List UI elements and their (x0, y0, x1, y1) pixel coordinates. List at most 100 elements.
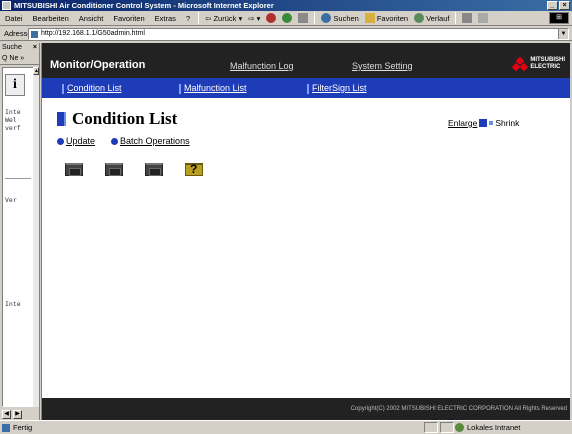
address-bar: Adresse http://192.168.1.1/G50admin.html… (0, 27, 572, 41)
menu-edit[interactable]: Bearbeiten (28, 14, 74, 23)
page-footer: Copyright(C) 2002 MITSUBISHI ELECTRIC CO… (42, 398, 572, 420)
toolbar-divider (455, 12, 457, 24)
sidebar-divider (5, 178, 31, 179)
status-panel (440, 422, 454, 433)
status-bar: Fertig Lokales Intranet (0, 420, 572, 434)
home-button[interactable] (295, 13, 311, 23)
home-icon (298, 13, 309, 23)
mail-icon (462, 13, 473, 23)
status-panel (424, 422, 438, 433)
info-icon: i (5, 74, 25, 96)
unknown-status-glyph: ? (190, 162, 198, 176)
refresh-icon (282, 13, 293, 23)
app-header: Monitor/Operation Malfunction Log System… (42, 43, 572, 78)
sidebar-text: Inte Wel verf (5, 108, 21, 132)
sidebar-new-search-button[interactable]: Q Ne » (0, 53, 39, 65)
refresh-button[interactable] (279, 13, 295, 23)
scroll-up-icon[interactable]: ▲ (33, 67, 39, 75)
nav-system-setting[interactable]: System Setting (352, 61, 413, 71)
sidebar-text: Inte (5, 300, 21, 308)
windows-logo-icon: ⊞ (549, 12, 569, 24)
menu-favorites[interactable]: Favoriten (108, 14, 149, 23)
menu-tools[interactable]: Extras (150, 14, 181, 23)
address-input[interactable]: http://192.168.1.1/G50admin.html ▼ (28, 28, 569, 40)
print-icon (478, 13, 489, 23)
subnav-malfunction-list[interactable]: Malfunction List (179, 83, 247, 94)
favorites-icon (364, 13, 375, 23)
window-controls: _ × (547, 1, 570, 10)
menu-bar: Datei Bearbeiten Ansicht Favoriten Extra… (0, 11, 572, 26)
sidebar-text: Ver (5, 196, 17, 204)
mitsubishi-logo: MITSUBISHI ELECTRIC (512, 56, 565, 71)
action-links: Update Batch Operations (57, 136, 190, 146)
copyright-text: Copyright(C) 2002 MITSUBISHI ELECTRIC CO… (350, 406, 567, 412)
status-left: Fertig (2, 423, 32, 432)
web-content: Monitor/Operation Malfunction Log System… (41, 43, 572, 420)
mail-button[interactable] (459, 13, 475, 23)
toolbar-divider (314, 12, 316, 24)
favorites-button-label: Favoriten (376, 13, 409, 23)
batch-operations-link[interactable]: Batch Operations (111, 136, 190, 146)
ac-unit-unknown-icon[interactable]: ? (184, 161, 204, 179)
ac-unit-icon[interactable] (104, 161, 124, 179)
address-url: http://192.168.1.1/G50admin.html (41, 30, 145, 37)
favorites-button[interactable]: Favoriten (362, 13, 411, 23)
update-link-label: Update (66, 136, 96, 146)
window-title-bar: MITSUBISHI Air Conditioner Control Syste… (0, 0, 572, 11)
zoom-controls: Enlarge Shrink (448, 118, 519, 128)
forward-button[interactable]: ⇨ ▾ (245, 14, 263, 23)
window-title: MITSUBISHI Air Conditioner Control Syste… (14, 1, 274, 10)
back-button[interactable]: ⇦ Zurück ▾ (202, 14, 245, 23)
page-done-icon (2, 423, 10, 432)
stop-icon (266, 13, 277, 23)
minimize-button[interactable]: _ (547, 1, 558, 10)
bullet-icon (57, 137, 64, 145)
scroll-right-icon[interactable]: ▶ (13, 410, 22, 419)
toolbar-divider (198, 12, 200, 24)
sidebar-vertical-scrollbar[interactable]: ▲ (33, 67, 39, 407)
status-text: Fertig (13, 423, 33, 432)
enlarge-link[interactable]: Enlarge (448, 118, 477, 128)
search-button[interactable]: Suchen (318, 13, 361, 23)
history-icon (414, 13, 425, 23)
address-dropdown-button[interactable]: ▼ (558, 29, 568, 39)
security-zone: Lokales Intranet (455, 423, 520, 432)
sub-navigation: Condition List Malfunction List FilterSi… (42, 78, 572, 98)
search-sidebar: Suche × Q Ne » i Inte Wel verf Ver Inte … (0, 43, 40, 420)
brand-line-2: ELECTRIC (530, 63, 561, 70)
history-button[interactable]: Verlauf (411, 13, 452, 23)
ac-unit-icon[interactable] (144, 161, 164, 179)
page-icon (31, 31, 38, 38)
sidebar-horizontal-scrollbar[interactable]: ◀ ▶ (2, 410, 34, 420)
app-icon (2, 1, 11, 10)
sidebar-close-button[interactable]: × (33, 43, 37, 53)
ac-unit-icon[interactable] (64, 161, 84, 179)
sidebar-pane: i Inte Wel verf Ver Inte (2, 67, 34, 407)
subnav-condition-list[interactable]: Condition List (62, 83, 122, 94)
shrink-square-icon (489, 121, 494, 125)
page-heading: Condition List (57, 109, 177, 129)
app-title: Monitor/Operation (50, 59, 146, 71)
subnav-filtersign-list[interactable]: FilterSign List (307, 83, 367, 94)
intranet-icon (455, 423, 464, 432)
enlarge-square-icon (479, 119, 488, 127)
brand-text: MITSUBISHI ELECTRIC (530, 57, 565, 70)
nav-malfunction-log[interactable]: Malfunction Log (230, 61, 294, 71)
scroll-left-icon[interactable]: ◀ (2, 410, 11, 419)
menu-view[interactable]: Ansicht (74, 14, 109, 23)
sidebar-header: Suche × (0, 43, 39, 53)
unit-list: ? (64, 161, 204, 179)
brand-line-1: MITSUBISHI (530, 57, 565, 63)
stop-button[interactable] (263, 13, 279, 23)
bullet-icon (111, 137, 119, 145)
close-button[interactable]: × (559, 1, 570, 10)
sidebar-title: Suche (2, 44, 22, 51)
heading-square-icon (57, 112, 66, 126)
shrink-label[interactable]: Shrink (495, 118, 519, 128)
menu-help[interactable]: ? (181, 14, 195, 23)
search-button-label: Suchen (333, 13, 359, 23)
update-link[interactable]: Update (57, 136, 95, 146)
zone-label: Lokales Intranet (467, 423, 521, 432)
menu-file[interactable]: Datei (0, 14, 28, 23)
print-button[interactable] (475, 13, 491, 23)
